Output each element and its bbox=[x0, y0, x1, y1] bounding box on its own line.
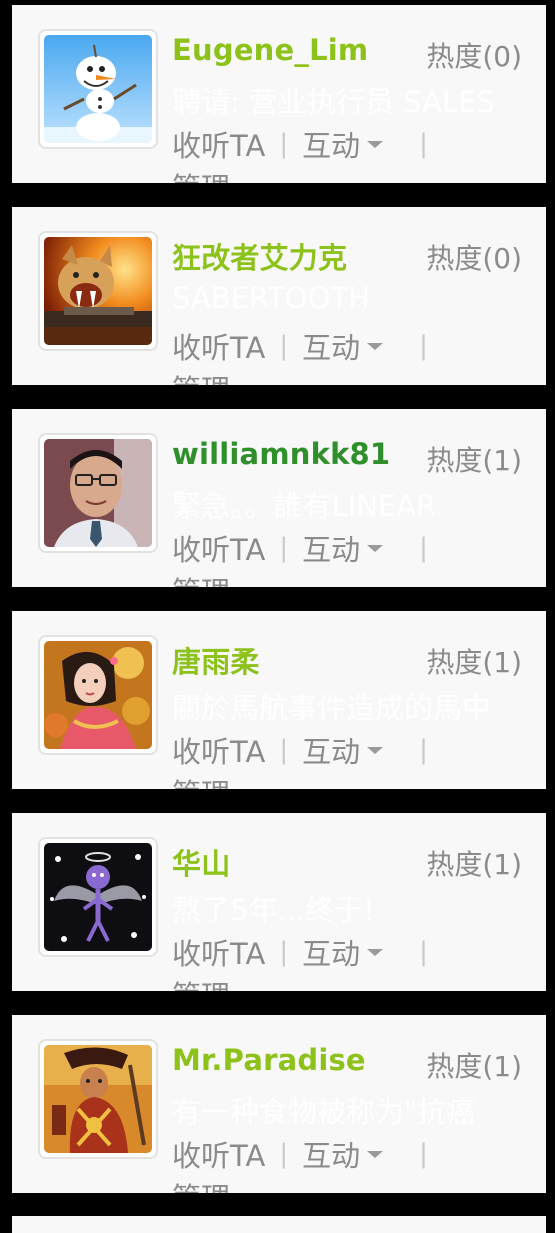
divider: | bbox=[419, 937, 428, 967]
divider: | bbox=[419, 735, 428, 765]
follow-button[interactable]: 收听TA bbox=[172, 931, 265, 973]
user-card: Eugene_Lim 热度(0) 聘请: 营业执行员 SALES 收听TA | 互动… bbox=[12, 5, 546, 183]
user-avatar[interactable] bbox=[38, 29, 158, 149]
divider: | bbox=[419, 331, 428, 361]
snowman-avatar-icon bbox=[44, 35, 152, 143]
chevron-down-icon bbox=[367, 544, 384, 552]
user-card: williamnkk81 热度(1) 緊急。。誰有LINEAR 收听TA | 互动 |… bbox=[12, 409, 546, 587]
user-actions: 收听TA | 互动 | bbox=[172, 527, 428, 567]
interact-dropdown[interactable]: 互动 bbox=[302, 1133, 384, 1175]
username-link[interactable]: 华山 bbox=[172, 841, 230, 883]
chevron-down-icon bbox=[367, 342, 384, 350]
divider: | bbox=[279, 331, 289, 361]
user-actions: 收听TA | 互动 | bbox=[172, 325, 428, 365]
heat-count: 热度(1) bbox=[426, 1050, 522, 1083]
user-avatar[interactable] bbox=[38, 231, 158, 351]
divider: | bbox=[419, 1139, 428, 1169]
warrior-avatar-icon bbox=[44, 1045, 152, 1153]
manage-link[interactable]: 管理 bbox=[172, 771, 230, 789]
divider: | bbox=[279, 129, 289, 159]
follow-button[interactable]: 收听TA bbox=[172, 729, 265, 771]
chevron-down-icon bbox=[367, 746, 384, 754]
person-photo-avatar-icon bbox=[44, 439, 152, 547]
interact-dropdown[interactable]: 互动 bbox=[302, 123, 384, 165]
user-actions: 收听TA | 互动 | bbox=[172, 1133, 428, 1173]
username-link[interactable]: Mr.Paradise bbox=[172, 1043, 366, 1077]
manage-link[interactable]: 管理 bbox=[172, 973, 230, 991]
interact-label: 互动 bbox=[302, 533, 361, 567]
heat-count: 热度(0) bbox=[426, 242, 522, 275]
interact-dropdown[interactable]: 互动 bbox=[302, 325, 384, 367]
user-avatar[interactable] bbox=[38, 1039, 158, 1159]
interact-dropdown[interactable]: 互动 bbox=[302, 527, 384, 569]
angel-stickman-avatar-icon bbox=[44, 843, 152, 951]
latest-post-snippet[interactable]: 有一种食物被称为"抗癌 bbox=[172, 1089, 532, 1131]
latest-post-snippet[interactable]: SABERTOOTH bbox=[172, 281, 532, 315]
heat-count: 热度(1) bbox=[426, 848, 522, 881]
user-actions: 收听TA | 互动 | bbox=[172, 729, 428, 769]
chevron-down-icon bbox=[367, 140, 384, 148]
manage-link[interactable]: 管理 bbox=[172, 165, 230, 183]
user-avatar[interactable] bbox=[38, 837, 158, 957]
user-card: 狂改者艾力克 热度(0) SABERTOOTH 收听TA | 互动 | 管理 bbox=[12, 207, 546, 385]
heat-count: 热度(0) bbox=[426, 40, 522, 73]
user-card: 唐雨柔 热度(1) 關於馬航事件造成的馬中 收听TA | 互动 | 管理 bbox=[12, 611, 546, 789]
interact-label: 互动 bbox=[302, 937, 361, 971]
divider: | bbox=[419, 533, 428, 563]
user-card-partial bbox=[12, 1216, 546, 1233]
interact-label: 互动 bbox=[302, 129, 361, 163]
divider: | bbox=[279, 735, 289, 765]
chevron-down-icon bbox=[367, 1150, 384, 1158]
username-link[interactable]: williamnkk81 bbox=[172, 437, 390, 471]
interact-label: 互动 bbox=[302, 735, 361, 769]
follow-button[interactable]: 收听TA bbox=[172, 123, 265, 165]
manage-link[interactable]: 管理 bbox=[172, 1175, 230, 1193]
user-avatar[interactable] bbox=[38, 635, 158, 755]
interact-dropdown[interactable]: 互动 bbox=[302, 729, 384, 771]
follow-button[interactable]: 收听TA bbox=[172, 527, 265, 569]
heat-count: 热度(1) bbox=[426, 646, 522, 679]
latest-post-snippet[interactable]: 關於馬航事件造成的馬中 bbox=[172, 685, 532, 727]
follow-button[interactable]: 收听TA bbox=[172, 325, 265, 367]
follow-button[interactable]: 收听TA bbox=[172, 1133, 265, 1175]
latest-post-snippet[interactable]: 熬了5年...终于! bbox=[172, 887, 532, 929]
interact-dropdown[interactable]: 互动 bbox=[302, 931, 384, 973]
chevron-down-icon bbox=[367, 948, 384, 956]
username-link[interactable]: Eugene_Lim bbox=[172, 33, 368, 67]
heat-count: 热度(1) bbox=[426, 444, 522, 477]
divider: | bbox=[279, 937, 289, 967]
divider: | bbox=[279, 1139, 289, 1169]
user-actions: 收听TA | 互动 | bbox=[172, 931, 428, 971]
interact-label: 互动 bbox=[302, 1139, 361, 1173]
divider: | bbox=[419, 129, 428, 159]
woman-portrait-avatar-icon bbox=[44, 641, 152, 749]
user-avatar[interactable] bbox=[38, 433, 158, 553]
tiger-avatar-icon bbox=[44, 237, 152, 345]
username-link[interactable]: 唐雨柔 bbox=[172, 639, 260, 681]
interact-label: 互动 bbox=[302, 331, 361, 365]
latest-post-snippet[interactable]: 聘请: 营业执行员 SALES bbox=[172, 79, 532, 121]
manage-link[interactable]: 管理 bbox=[172, 367, 230, 385]
user-card: 华山 热度(1) 熬了5年...终于! 收听TA | 互动 | 管理 bbox=[12, 813, 546, 991]
latest-post-snippet[interactable]: 緊急。。誰有LINEAR bbox=[172, 483, 532, 525]
user-actions: 收听TA | 互动 | bbox=[172, 123, 428, 163]
user-card: Mr.Paradise 热度(1) 有一种食物被称为"抗癌 收听TA | 互动 | 管… bbox=[12, 1015, 546, 1193]
username-link[interactable]: 狂改者艾力克 bbox=[172, 235, 347, 277]
manage-link[interactable]: 管理 bbox=[172, 569, 230, 587]
divider: | bbox=[279, 533, 289, 563]
